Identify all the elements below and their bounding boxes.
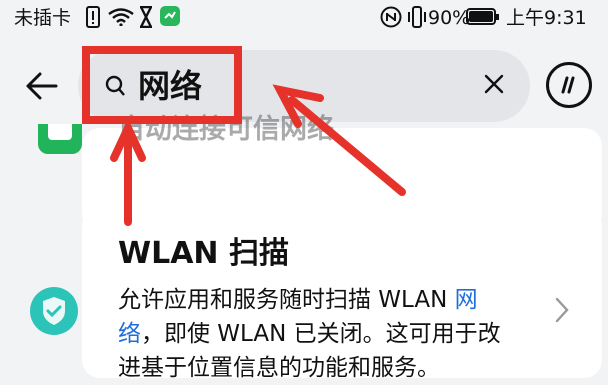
annotation-arrows: [110, 84, 406, 226]
